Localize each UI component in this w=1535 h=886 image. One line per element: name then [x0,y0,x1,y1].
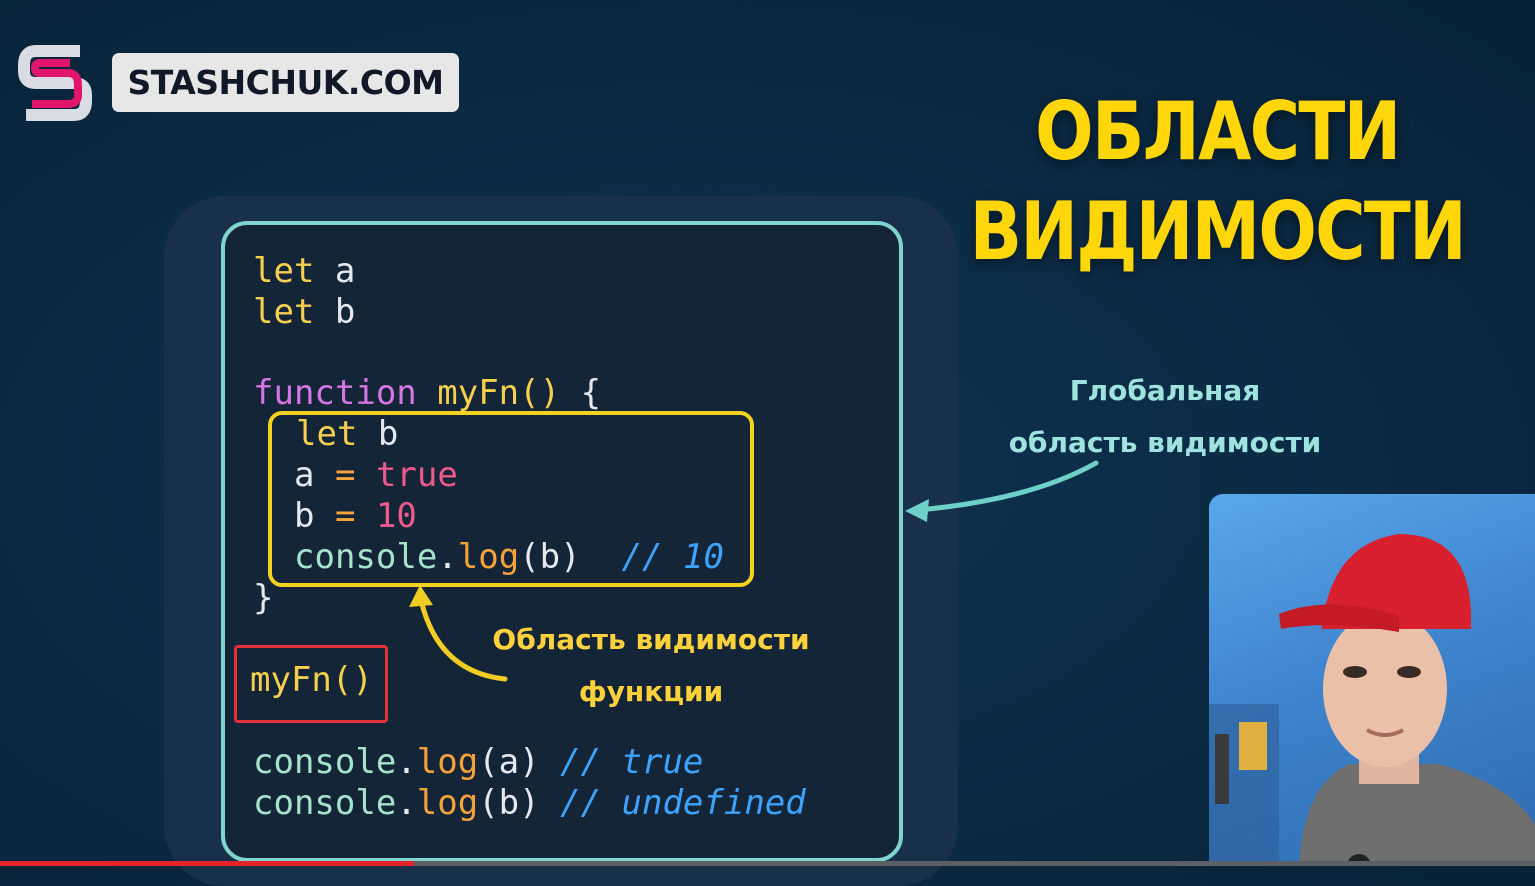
video-progress-fill [0,861,415,866]
presenter-photo [1209,534,1535,866]
webcam-overlay [1209,494,1535,866]
function-arrow-icon [418,597,508,682]
function-arrowhead-icon [409,585,433,607]
global-arrowhead-icon [905,499,929,522]
global-arrow-icon [915,460,1099,513]
